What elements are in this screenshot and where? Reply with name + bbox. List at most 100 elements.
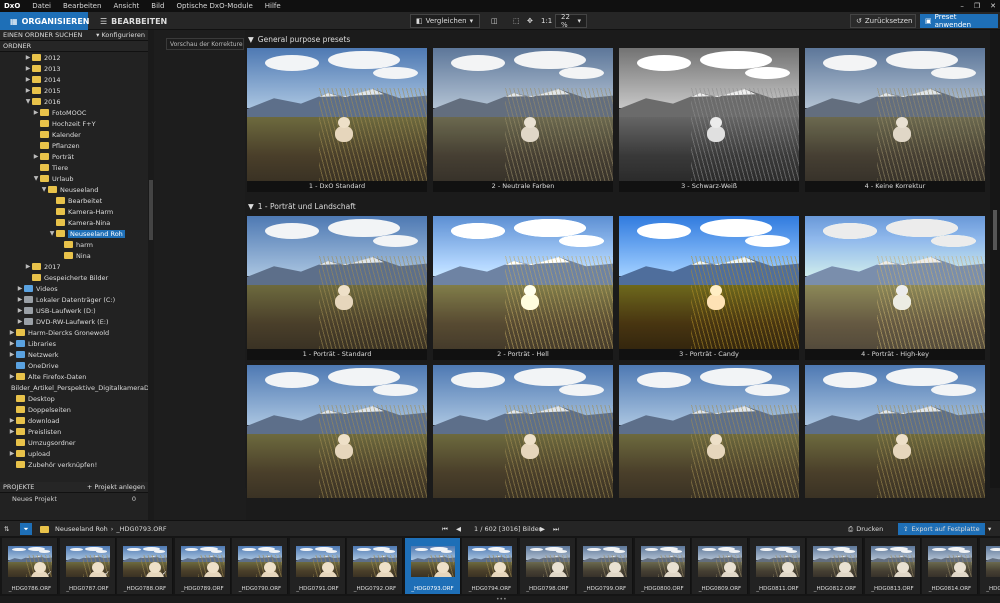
filter-icon[interactable]: ⏷ <box>20 523 32 535</box>
preset-thumbnail[interactable]: 3 - Schwarz-Weiß <box>619 48 799 192</box>
folder-tree-item[interactable]: ▼Urlaub <box>0 173 148 184</box>
last-image-icon[interactable]: ⏭ <box>553 523 559 535</box>
folder-tree-item[interactable]: Nina <box>0 250 148 261</box>
apply-preset-button[interactable]: ▣ Preset anwenden <box>920 14 998 28</box>
folder-tree-item[interactable]: ▶Netzwerk <box>0 349 148 360</box>
folder-tree-item[interactable]: Tiere <box>0 162 148 173</box>
folder-tree-item[interactable]: Zubehör verknüpfen! <box>0 459 148 470</box>
filmstrip-thumbnail[interactable]: _HDG0809.ORF <box>692 538 748 594</box>
expand-arrow-icon[interactable]: ▶ <box>16 307 24 314</box>
folder-tree-item[interactable]: ▶Libraries <box>0 338 148 349</box>
expand-arrow-icon[interactable]: ▶ <box>16 296 24 303</box>
filmstrip-thumbnail[interactable]: ✓_HDG0787.ORF <box>60 538 116 594</box>
folder-tree-item[interactable]: ▶Videos <box>0 283 148 294</box>
folder-tree-item[interactable]: ▼Neuseeland <box>0 184 148 195</box>
menu-bild[interactable]: Bild <box>145 2 170 10</box>
folder-tree-item[interactable]: ▶download <box>0 415 148 426</box>
folder-tree-item[interactable]: Kamera-Harm <box>0 206 148 217</box>
first-image-icon[interactable]: ⏮ <box>442 523 448 535</box>
preview-corrections-field[interactable]: Vorschau der Korrekturen <box>166 38 244 50</box>
preset-thumbnail[interactable] <box>247 365 427 498</box>
menu-ansicht[interactable]: Ansicht <box>107 2 145 10</box>
export-menu-chevron-icon[interactable]: ▾ <box>988 523 991 535</box>
compare-dropdown[interactable]: ◧ Vergleichen ▾ <box>410 14 480 28</box>
prev-image-icon[interactable]: ◀ <box>456 523 461 535</box>
folder-tree-item[interactable]: ▶Porträt <box>0 151 148 162</box>
expand-arrow-icon[interactable]: ▶ <box>8 351 16 358</box>
expand-arrow-icon[interactable]: ▶ <box>16 318 24 325</box>
filmstrip-thumbnail[interactable]: ✓_HDG0786.ORF <box>2 538 58 594</box>
folder-tree-item[interactable]: ▶2015 <box>0 85 148 96</box>
filmstrip-thumbnail[interactable]: _HDG0811.ORF <box>750 538 806 594</box>
configure-button[interactable]: ▾ Konfigurieren <box>96 31 145 39</box>
folder-tree-item[interactable]: Kalender <box>0 129 148 140</box>
folder-tree-item[interactable]: ▶2012 <box>0 52 148 63</box>
preset-thumbnail[interactable] <box>805 365 985 498</box>
sort-icon[interactable]: ⇅ <box>4 523 9 535</box>
expand-arrow-icon[interactable]: ▶ <box>32 153 40 160</box>
folder-tree-item[interactable]: Bearbeitet <box>0 195 148 206</box>
folder-search-bar[interactable]: EINEN ORDNER SUCHEN ▾ Konfigurieren <box>0 30 148 41</box>
export-button[interactable]: ⇪ Export auf Festplatte <box>898 523 985 535</box>
filmstrip-thumbnail[interactable]: _HDG0789.ORF <box>175 538 231 594</box>
expand-arrow-icon[interactable]: ▶ <box>8 417 16 424</box>
folder-tree-item[interactable]: ▶Harm-Diercks Gronewold <box>0 327 148 338</box>
filmstrip-thumbnail[interactable]: _HDG0791.ORF <box>290 538 346 594</box>
minimize-icon[interactable]: – <box>960 2 964 10</box>
next-image-icon[interactable]: ▶ <box>540 523 545 535</box>
expand-arrow-icon[interactable]: ▶ <box>8 340 16 347</box>
expand-arrow-icon[interactable]: ▶ <box>8 450 16 457</box>
filmstrip-thumbnail[interactable]: _HDG0814.ORF <box>922 538 978 594</box>
folder-tree-item[interactable]: harm <box>0 239 148 250</box>
filmstrip-thumbnail[interactable]: _HDG0800.ORF <box>635 538 691 594</box>
project-item[interactable]: Neues Projekt 0 <box>0 493 148 504</box>
expand-arrow-icon[interactable]: ▶ <box>8 329 16 336</box>
menu-datei[interactable]: Datei <box>26 2 57 10</box>
folder-tree-item[interactable]: ▶upload <box>0 448 148 459</box>
section-general-presets[interactable]: ▼ General purpose presets <box>245 32 350 46</box>
filmstrip-thumbnail[interactable]: _HDG0790.ORF <box>232 538 288 594</box>
preset-thumbnail[interactable] <box>433 365 613 498</box>
close-icon[interactable]: ✕ <box>990 2 996 10</box>
folder-tree-item[interactable]: Kamera-Nina <box>0 217 148 228</box>
folder-tree-item[interactable]: ▶2014 <box>0 74 148 85</box>
tab-organisieren[interactable]: ▦ ORGANISIEREN <box>0 12 88 30</box>
expand-arrow-icon[interactable]: ▶ <box>8 373 16 380</box>
folder-tree-item[interactable]: Bilder_Artikel_Perspektive_Digitalkamera… <box>0 382 148 393</box>
filmstrip-thumbnail[interactable]: _HDG0792.ORF <box>347 538 403 594</box>
restore-icon[interactable]: ❐ <box>974 2 980 10</box>
folder-tree-item[interactable]: ▶FotoMOOC <box>0 107 148 118</box>
expand-arrow-icon[interactable]: ▶ <box>16 285 24 292</box>
folder-tree-item[interactable]: ▶2013 <box>0 63 148 74</box>
folder-tree-item[interactable]: ▼2016 <box>0 96 148 107</box>
filmstrip-thumbnail[interactable]: _HDG0812.ORF <box>807 538 863 594</box>
preset-thumbnail[interactable] <box>619 365 799 498</box>
breadcrumb-folder[interactable]: Neuseeland Roh <box>55 525 108 533</box>
filmstrip-thumbnail[interactable]: _HDG0815.ORF <box>980 538 1000 594</box>
expand-arrow-icon[interactable]: ▶ <box>8 428 16 435</box>
expanded-arrow-icon[interactable]: ▼ <box>40 186 48 193</box>
folder-tree-item[interactable]: Pflanzen <box>0 140 148 151</box>
print-button[interactable]: ⎙ Drucken <box>848 523 883 535</box>
reset-button[interactable]: ↺ Zurücksetzen <box>850 14 916 28</box>
preset-thumbnail[interactable]: 1 - Porträt - Standard <box>247 216 427 360</box>
preset-thumbnail[interactable]: 1 - DxO Standard <box>247 48 427 192</box>
folder-tree-item[interactable]: ▶2017 <box>0 261 148 272</box>
folder-tree-item[interactable]: Hochzeit F+Y <box>0 118 148 129</box>
expand-arrow-icon[interactable]: ▶ <box>24 263 32 270</box>
folder-tree-item[interactable]: ▶Lokaler Datenträger (C:) <box>0 294 148 305</box>
folder-tree-item[interactable]: Doppelseiten <box>0 404 148 415</box>
expand-arrow-icon[interactable]: ▶ <box>24 87 32 94</box>
expanded-arrow-icon[interactable]: ▼ <box>48 230 56 237</box>
menu-hilfe[interactable]: Hilfe <box>259 2 287 10</box>
folder-tree-item[interactable]: ▶DVD-RW-Laufwerk (E:) <box>0 316 148 327</box>
folder-tree-item[interactable]: OneDrive <box>0 360 148 371</box>
preset-thumbnail[interactable]: 2 - Porträt - Hell <box>433 216 613 360</box>
filmstrip-thumbnail[interactable]: _HDG0794.ORF <box>462 538 518 594</box>
folder-tree-item[interactable]: ▶USB-Laufwerk (D:) <box>0 305 148 316</box>
folder-tree-item[interactable]: ▶Preislisten <box>0 426 148 437</box>
tab-bearbeiten[interactable]: ☰ BEARBEITEN <box>90 12 168 30</box>
filmstrip-thumbnail[interactable]: _HDG0793.ORF <box>405 538 461 594</box>
preset-thumbnail[interactable]: 2 - Neutrale Farben <box>433 48 613 192</box>
folder-tree-item[interactable]: ▶Alte Firefox-Daten <box>0 371 148 382</box>
